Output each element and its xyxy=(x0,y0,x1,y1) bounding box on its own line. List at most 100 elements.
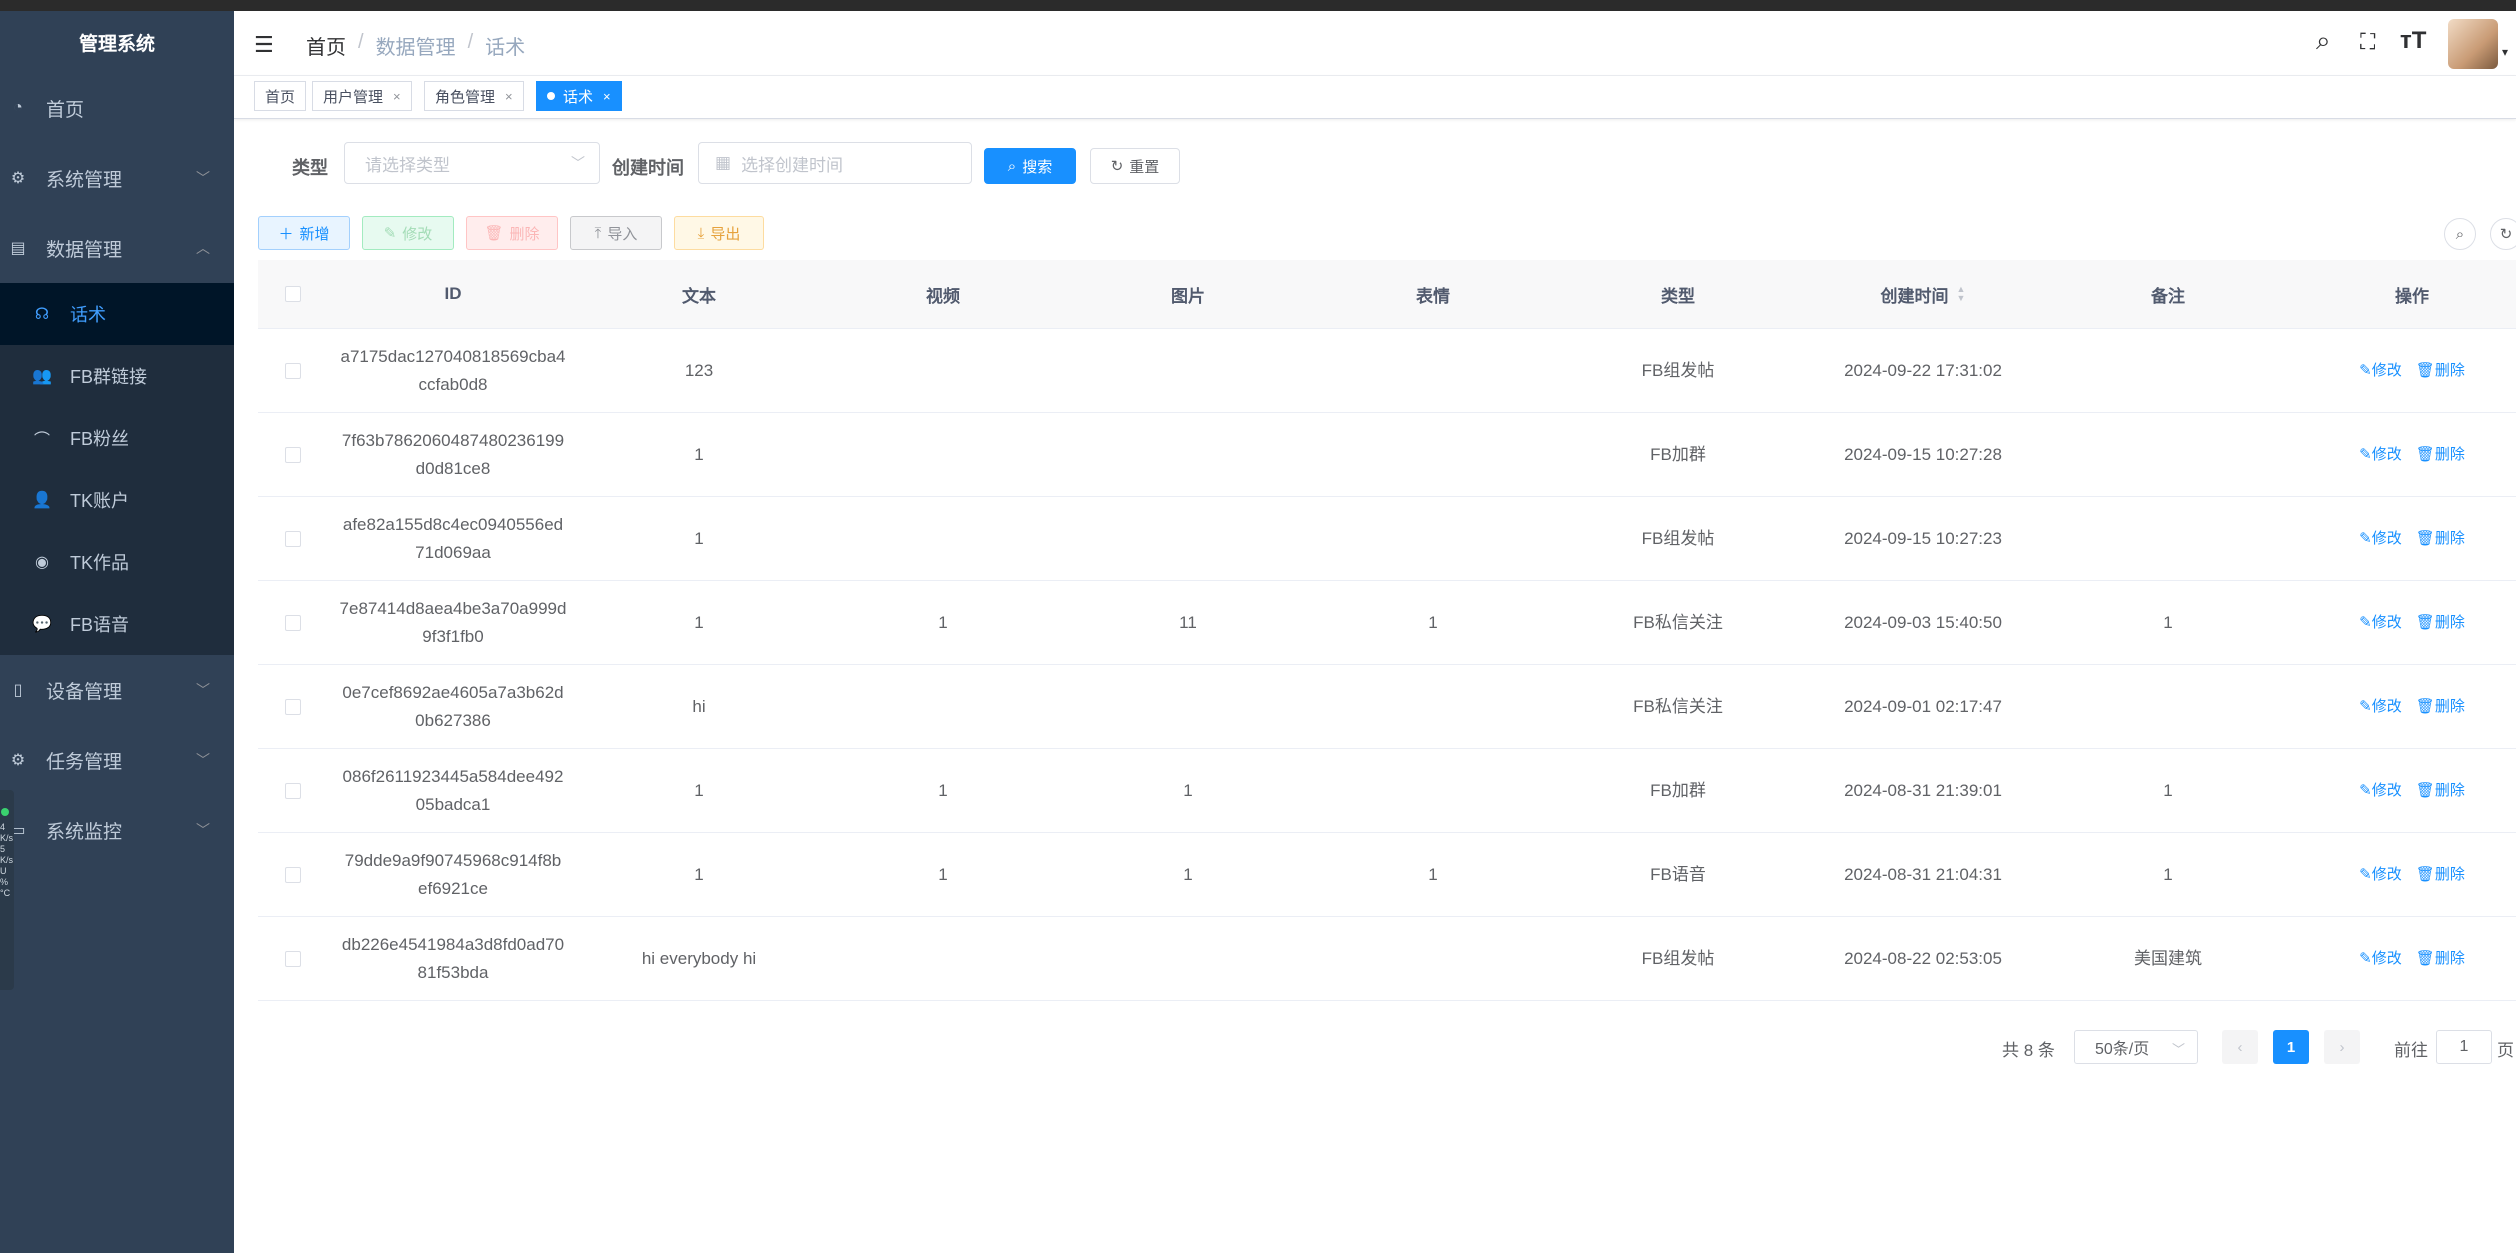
row-checkbox[interactable] xyxy=(285,530,301,547)
import-button[interactable]: ⤒ 导入 xyxy=(570,216,662,250)
row-delete-link[interactable]: 🗑删除 xyxy=(2416,609,2465,637)
tag-user-management[interactable]: 用户管理 × xyxy=(312,81,412,111)
chat-icon: ☊ xyxy=(34,306,50,323)
search-icon: ⌕ xyxy=(1007,157,1017,175)
close-icon[interactable]: × xyxy=(393,89,401,104)
row-delete-link[interactable]: 🗑删除 xyxy=(2416,525,2465,553)
row-edit-link[interactable]: ✎修改 xyxy=(2359,861,2402,889)
row-edit-link[interactable]: ✎修改 xyxy=(2359,525,2402,553)
reset-button[interactable]: ↻ 重置 xyxy=(1090,148,1180,184)
table-row: 7f63b7862060487480236199 d0d81ce8 1 FB加群… xyxy=(258,413,2516,497)
toggle-search-button[interactable]: ⌕ xyxy=(2444,218,2476,250)
row-delete-link[interactable]: 🗑删除 xyxy=(2416,441,2465,469)
add-button[interactable]: ＋ 新增 xyxy=(258,216,350,250)
pencil-icon: ✎ xyxy=(2359,445,2372,463)
trash-icon: 🗑 xyxy=(484,225,504,242)
row-delete-link[interactable]: 🗑删除 xyxy=(2416,693,2465,721)
goto-page-input[interactable]: 1 xyxy=(2436,1030,2492,1064)
row-edit-link[interactable]: ✎修改 xyxy=(2359,945,2402,973)
sidebar-item-monitor[interactable]: ▭ 系统监控 ﹀ xyxy=(0,795,234,865)
cell-actions: ✎修改 🗑删除 xyxy=(2290,497,2516,580)
close-icon[interactable]: × xyxy=(505,89,513,104)
row-checkbox[interactable] xyxy=(285,362,301,379)
prev-page-button[interactable]: ‹ xyxy=(2222,1030,2258,1064)
tags-view: 首页 用户管理 × 角色管理 × 话术 × xyxy=(234,76,2516,119)
row-checkbox[interactable] xyxy=(285,782,301,799)
row-checkbox[interactable] xyxy=(285,950,301,967)
sidebar-item-tk-account[interactable]: 👤 TK账户 xyxy=(0,469,234,531)
row-delete-link[interactable]: 🗑删除 xyxy=(2416,861,2465,889)
sidebar-item-task[interactable]: ⚙ 任务管理 ﹀ xyxy=(0,725,234,795)
search-icon[interactable]: ⌕ xyxy=(2316,25,2331,57)
close-icon[interactable]: × xyxy=(603,89,611,104)
caret-down-icon[interactable]: ▾ xyxy=(2502,45,2508,59)
tag-role-management[interactable]: 角色管理 × xyxy=(424,81,524,111)
select-all-checkbox[interactable] xyxy=(285,286,301,302)
refresh-icon: ↻ xyxy=(2499,226,2513,243)
page-suffix-label: 页 xyxy=(2497,1041,2514,1060)
create-time-picker[interactable]: ▦ 选择创建时间 xyxy=(698,142,972,184)
column-header-create-time[interactable]: 创建时间 ▲ ▼ xyxy=(1800,260,2046,328)
type-select[interactable]: 请选择类型 ﹀ xyxy=(344,142,600,184)
sidebar-item-data[interactable]: ▤ 数据管理 ︿ xyxy=(0,213,234,283)
cell-create-time: 2024-09-01 02:17:47 xyxy=(1844,696,2002,716)
chevron-left-icon: ‹ xyxy=(2237,1038,2243,1056)
avatar[interactable] xyxy=(2448,19,2498,69)
row-select-cell xyxy=(258,581,328,664)
cell-id-line2: 71d069aa xyxy=(415,542,491,562)
row-delete-link[interactable]: 🗑删除 xyxy=(2416,357,2465,385)
row-delete-link[interactable]: 🗑删除 xyxy=(2416,777,2465,805)
active-dot-icon xyxy=(547,92,555,100)
tag-label: 用户管理 xyxy=(323,88,384,106)
tag-home[interactable]: 首页 xyxy=(254,81,307,111)
row-edit-link[interactable]: ✎修改 xyxy=(2359,777,2402,805)
app-logo: 管理系统 xyxy=(78,33,155,55)
breadcrumb-home[interactable]: 首页 xyxy=(306,31,346,60)
cell-note: 美国建筑 xyxy=(2134,948,2202,968)
cell-emoji xyxy=(1310,413,1556,496)
sidebar-item-script[interactable]: ☊ 话术 xyxy=(0,283,234,345)
row-checkbox[interactable] xyxy=(285,614,301,631)
sidebar-item-fb-fans[interactable]: ⌒ FB粉丝 xyxy=(0,407,234,469)
row-edit-link[interactable]: ✎修改 xyxy=(2359,609,2402,637)
export-button[interactable]: ⤓ 导出 xyxy=(674,216,764,250)
row-checkbox[interactable] xyxy=(285,698,301,715)
row-edit-link[interactable]: ✎修改 xyxy=(2359,693,2402,721)
row-delete-link[interactable]: 🗑删除 xyxy=(2416,945,2465,973)
edit-button[interactable]: ✎ 修改 xyxy=(362,216,454,250)
hamburger-icon[interactable]: ☰ xyxy=(254,32,274,58)
row-edit-link[interactable]: ✎修改 xyxy=(2359,357,2402,385)
cell-id-line2: 9f3f1fb0 xyxy=(422,626,484,646)
chevron-down-icon: ﹀ xyxy=(196,682,210,698)
cell-note: 1 xyxy=(2163,864,2173,884)
widget-line: U xyxy=(0,866,7,876)
sort-icon[interactable]: ▲ ▼ xyxy=(1957,285,1966,303)
cell-type: FB加群 xyxy=(1650,780,1706,800)
font-size-icon[interactable]: ᴛT xyxy=(2400,27,2426,55)
table-header: ID 文本 视频 图片 表情 类型 创建时间 ▲ ▼ 备注 操作 xyxy=(258,260,2516,329)
fullscreen-icon[interactable]: ⛶ xyxy=(2360,29,2375,55)
search-button[interactable]: ⌕ 搜索 xyxy=(984,148,1076,184)
tag-script[interactable]: 话术 × xyxy=(536,81,622,111)
sidebar-item-fb-group-links[interactable]: 👥 FB群链接 xyxy=(0,345,234,407)
sidebar-item-home[interactable]: ◔ 首页 xyxy=(0,73,234,143)
refresh-button[interactable]: ↻ xyxy=(2490,218,2516,250)
cell-id-line1: a7175dac127040818569cba4 xyxy=(340,346,566,366)
row-checkbox[interactable] xyxy=(285,446,301,463)
cell-image: 1 xyxy=(1183,780,1193,800)
cell-id: 086f2611923445a584dee492 05badca1 xyxy=(328,749,578,832)
sidebar-item-tk-works[interactable]: ◉ TK作品 xyxy=(0,531,234,593)
row-checkbox[interactable] xyxy=(285,866,301,883)
delete-button[interactable]: 🗑 删除 xyxy=(466,216,558,250)
cell-image xyxy=(1066,329,1310,412)
row-edit-link[interactable]: ✎修改 xyxy=(2359,441,2402,469)
page-size-select[interactable]: 50条/页 ﹀ xyxy=(2074,1030,2198,1064)
row-select-cell xyxy=(258,329,328,412)
column-header-note: 备注 xyxy=(2151,286,2185,306)
page-number-current[interactable]: 1 xyxy=(2273,1030,2309,1064)
import-button-label: 导入 xyxy=(607,225,638,243)
sidebar-item-fb-voice[interactable]: 💬 FB语音 xyxy=(0,593,234,655)
next-page-button[interactable]: › xyxy=(2324,1030,2360,1064)
sidebar-item-device[interactable]: ▯ 设备管理 ﹀ xyxy=(0,655,234,725)
sidebar-item-system[interactable]: ⚙ 系统管理 ﹀ xyxy=(0,143,234,213)
